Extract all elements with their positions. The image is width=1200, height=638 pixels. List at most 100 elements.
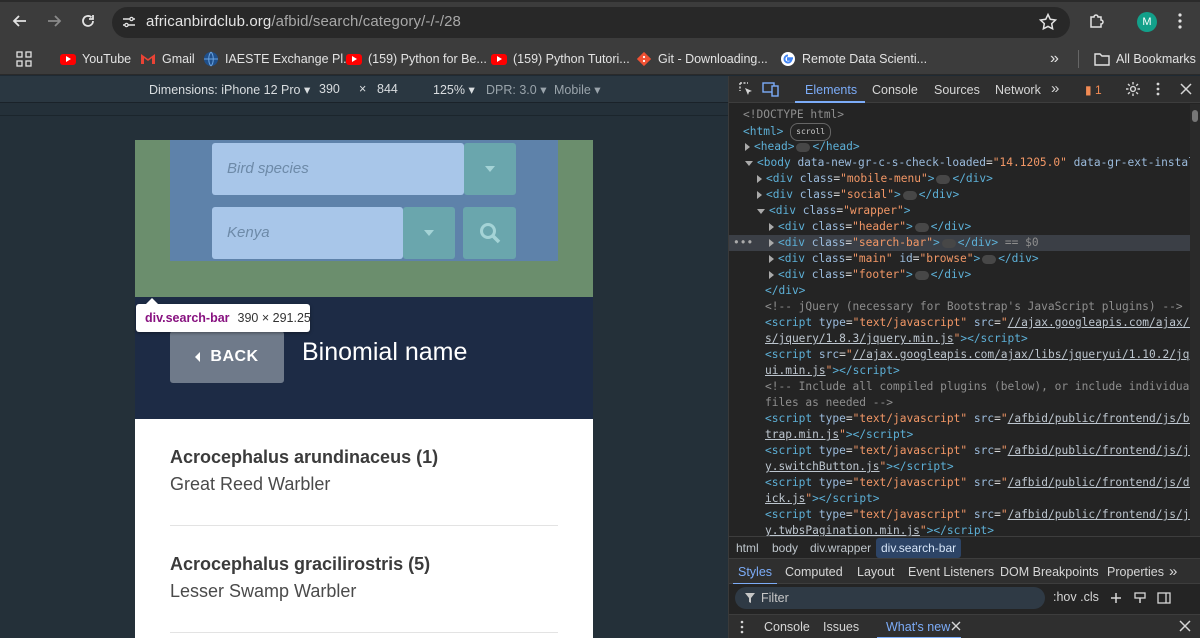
- list-item[interactable]: Acrocephalus arundinaceus (1) Great Reed…: [170, 447, 558, 495]
- dom-script-node[interactable]: <script src="//ajax.googleapis.com/ajax/…: [765, 347, 1191, 363]
- back-button[interactable]: BACK: [170, 331, 284, 383]
- species-dropdown-button[interactable]: [464, 143, 516, 195]
- device-selector[interactable]: Dimensions: iPhone 12 Pro ▾: [149, 82, 310, 97]
- dom-body-node[interactable]: <body data-new-gr-c-s-check-loaded="14.1…: [745, 155, 1191, 171]
- dom-scrollbar[interactable]: [1190, 104, 1200, 536]
- address-bar[interactable]: africanbirdclub.org/afbid/search/categor…: [112, 7, 1070, 38]
- tab-console[interactable]: Console: [872, 83, 918, 97]
- dom-search-bar-node[interactable]: ••• <div class="search-bar"> </div> == $0: [729, 235, 1191, 251]
- dom-script-node[interactable]: <script type="text/javascript" src="/afb…: [765, 475, 1191, 491]
- dpr-selector[interactable]: DPR: 3.0 ▾: [486, 82, 546, 97]
- more-style-tabs-button[interactable]: »: [1169, 563, 1177, 580]
- tab-event-listeners[interactable]: Event Listeners: [908, 565, 994, 579]
- dom-script-node[interactable]: <script type="text/javascript" src="/afb…: [765, 507, 1191, 523]
- breadcrumb-div-search-bar[interactable]: div.search-bar: [876, 538, 962, 558]
- tab-styles[interactable]: Styles: [738, 565, 772, 579]
- dom-script-node[interactable]: <script type="text/javascript" src="//aj…: [765, 315, 1191, 331]
- devtools-drawer: Console Issues What's new: [729, 614, 1200, 638]
- add-rule-icon[interactable]: [1110, 592, 1122, 604]
- kebab-menu-icon[interactable]: [1170, 11, 1190, 31]
- close-devtools-icon[interactable]: [1179, 82, 1193, 96]
- tab-layout[interactable]: Layout: [857, 565, 895, 579]
- tab-network[interactable]: Network: [995, 83, 1041, 97]
- drawer-tab-whats-new[interactable]: What's new: [886, 620, 950, 634]
- dom-breadcrumb: html body div.wrapper div.search-bar: [729, 536, 1200, 558]
- issues-badge[interactable]: ▮ 1: [1085, 83, 1102, 97]
- tab-strip: [0, 0, 1200, 2]
- close-whats-new-icon[interactable]: [951, 621, 961, 631]
- tab-sources[interactable]: Sources: [934, 83, 980, 97]
- extensions-puzzle-icon[interactable]: [1087, 11, 1107, 31]
- breadcrumb-body[interactable]: body: [772, 541, 798, 555]
- breadcrumb-html[interactable]: html: [736, 541, 759, 555]
- profile-avatar[interactable]: M: [1137, 12, 1157, 32]
- dom-main-node[interactable]: <div class="main" id="browse"> </div>: [769, 251, 1039, 267]
- dom-mobile-menu-node[interactable]: <div class="mobile-menu"> </div>: [757, 171, 993, 187]
- bird-common-name: Great Reed Warbler: [170, 474, 331, 494]
- devtools-menu-icon[interactable]: [1155, 81, 1161, 97]
- bookmark-iaeste[interactable]: IAESTE Exchange Pl...: [203, 50, 354, 68]
- search-button[interactable]: [463, 207, 516, 259]
- country-select[interactable]: Kenya: [212, 207, 403, 259]
- dom-script-node[interactable]: <script type="text/javascript" src="/afb…: [765, 411, 1191, 427]
- device-toggle-icon[interactable]: [762, 81, 780, 97]
- dom-script-node-cont: trap.min.js"></script>: [765, 428, 914, 441]
- breadcrumb-div-wrapper[interactable]: div.wrapper: [810, 541, 871, 555]
- dom-header-node[interactable]: <div class="header"> </div>: [769, 219, 971, 235]
- bird-scientific-name: Acrocephalus gracilirostris (5): [170, 554, 431, 574]
- tab-dom-breakpoints[interactable]: DOM Breakpoints: [1000, 565, 1099, 579]
- bookmark-star-icon[interactable]: [1038, 12, 1058, 32]
- all-bookmarks-button[interactable]: All Bookmarks: [1094, 50, 1196, 68]
- settings-gear-icon[interactable]: [1125, 81, 1141, 97]
- scrollbar-thumb[interactable]: [1192, 110, 1198, 122]
- gmail-icon: [140, 51, 156, 67]
- tab-computed[interactable]: Computed: [785, 565, 843, 579]
- paint-format-icon[interactable]: [1134, 592, 1146, 604]
- tab-elements[interactable]: Elements: [805, 83, 857, 97]
- dom-tree: <!DOCTYPE html> <html> scroll <head> </he…: [729, 104, 1191, 536]
- bookmark-remote-data[interactable]: Remote Data Scienti...: [780, 50, 927, 68]
- bookmarks-overflow-button[interactable]: »: [1050, 50, 1059, 68]
- site-settings-icon[interactable]: [122, 15, 136, 29]
- reload-icon[interactable]: [76, 9, 100, 33]
- filter-toolbar[interactable]: :hov .cls: [1053, 590, 1171, 604]
- apps-grid-icon[interactable]: [16, 50, 32, 68]
- drawer-menu-icon[interactable]: [740, 620, 744, 634]
- back-arrow-icon[interactable]: [8, 9, 32, 33]
- dom-footer-node[interactable]: <div class="footer"> </div>: [769, 267, 971, 283]
- bookmark-python-beginners[interactable]: (159) Python for Be...: [346, 50, 487, 68]
- more-tabs-button[interactable]: »: [1051, 80, 1059, 97]
- caret-down-icon: [485, 166, 495, 172]
- dom-script-node[interactable]: <script type="text/javascript" src="/afb…: [765, 443, 1191, 459]
- bird-species-select[interactable]: Bird species: [212, 143, 464, 195]
- country-dropdown-button[interactable]: [403, 207, 455, 259]
- list-item[interactable]: Acrocephalus gracilirostris (5) Lesser S…: [170, 554, 558, 602]
- bookmark-youtube[interactable]: YouTube: [60, 50, 131, 68]
- device-height-input[interactable]: 844: [377, 82, 398, 96]
- dom-head-node[interactable]: <head> </head>: [745, 139, 860, 155]
- element-inspect-tooltip: div.search-bar 390 × 291.25: [136, 298, 311, 332]
- close-drawer-icon[interactable]: [1179, 620, 1191, 632]
- dom-wrapper-node[interactable]: <div class="wrapper">: [757, 203, 911, 219]
- forward-arrow-icon[interactable]: [42, 9, 66, 33]
- dom-social-node[interactable]: <div class="social"> </div>: [757, 187, 959, 203]
- dom-html-node[interactable]: <html> scroll: [743, 123, 832, 141]
- computed-sidebar-toggle-icon[interactable]: [1157, 592, 1171, 604]
- list-divider: [170, 525, 558, 526]
- device-width-input[interactable]: 390: [319, 82, 340, 96]
- bookmark-python-tutorial[interactable]: (159) Python Tutori...: [491, 50, 630, 68]
- zoom-selector[interactable]: 125% ▾: [433, 82, 475, 97]
- drawer-tab-issues[interactable]: Issues: [823, 620, 859, 634]
- tab-properties[interactable]: Properties: [1107, 565, 1164, 579]
- bookmark-gmail[interactable]: Gmail: [140, 50, 195, 68]
- styles-filter-input[interactable]: Filter: [735, 587, 1045, 609]
- drawer-tab-console[interactable]: Console: [764, 620, 810, 634]
- inspect-element-icon[interactable]: [738, 81, 754, 97]
- dom-script-node-cont: y.twbsPagination.min.js"></script>: [765, 524, 995, 536]
- devtools-panel: Elements Console Sources Network » ▮ 1 <…: [728, 76, 1200, 638]
- page-title: Binomial name: [302, 338, 468, 366]
- bookmark-git[interactable]: Git - Downloading...: [636, 50, 768, 68]
- devtools-tab-bar: Elements Console Sources Network » ▮ 1: [729, 76, 1200, 103]
- media-query-ruler: [0, 104, 728, 116]
- mode-selector[interactable]: Mobile ▾: [554, 82, 601, 97]
